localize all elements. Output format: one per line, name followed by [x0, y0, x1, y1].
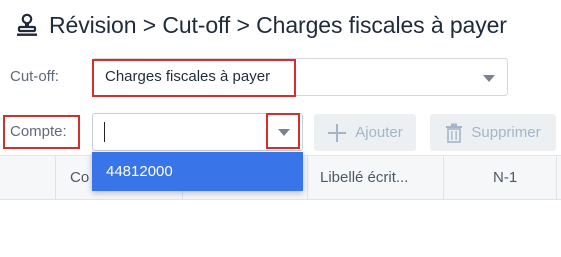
- dropdown-option[interactable]: 44812000: [92, 152, 303, 191]
- column-separator: [443, 156, 444, 200]
- add-button[interactable]: Ajouter: [314, 114, 416, 151]
- chevron-down-icon[interactable]: [278, 129, 290, 136]
- cutoff-selected-value: Charges fiscales à payer: [105, 68, 271, 85]
- column-separator: [307, 156, 308, 200]
- page-header: Révision > Cut-off > Charges fiscales à …: [14, 8, 507, 42]
- cutoff-label: Cut-off:: [10, 68, 59, 85]
- column-header-n-1[interactable]: N-1: [493, 156, 533, 200]
- page-title: Révision > Cut-off > Charges fiscales à …: [49, 11, 507, 38]
- delete-button-label: Supprimer: [471, 124, 541, 141]
- compte-dropdown-list: 44812000: [92, 152, 303, 191]
- plus-icon: [327, 123, 347, 143]
- text-cursor: [104, 122, 105, 142]
- chevron-down-icon[interactable]: [483, 75, 495, 82]
- add-button-label: Ajouter: [355, 124, 403, 141]
- compte-input[interactable]: [92, 113, 303, 151]
- column-separator: [55, 156, 56, 200]
- delete-button[interactable]: Supprimer: [430, 114, 556, 151]
- stamp-icon: [14, 12, 40, 38]
- compte-label: Compte:: [10, 123, 67, 140]
- column-header-libelle[interactable]: Libellé écrit...: [320, 156, 432, 200]
- column-separator: [556, 156, 557, 200]
- trash-icon: [445, 123, 463, 143]
- cutoff-select[interactable]: Charges fiscales à payer: [92, 58, 508, 96]
